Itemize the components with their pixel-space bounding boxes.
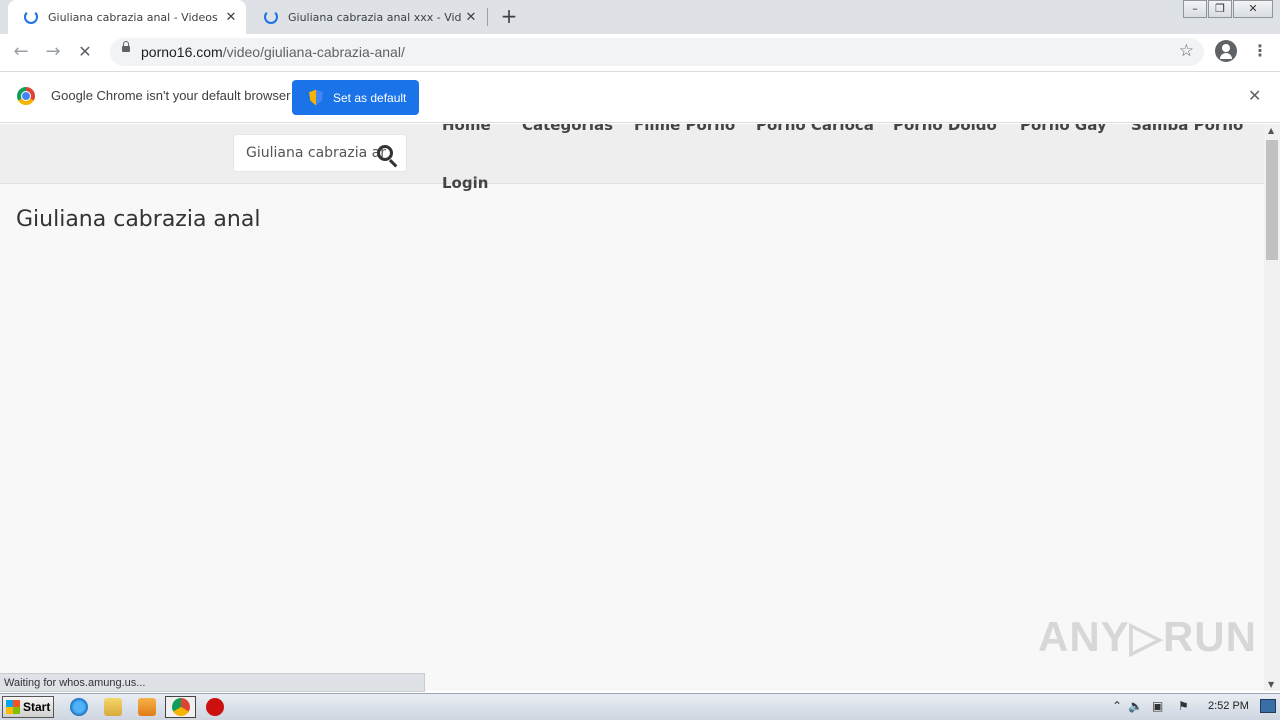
file-explorer-icon[interactable] (104, 698, 122, 716)
taskbar-chrome-active[interactable] (165, 696, 196, 718)
network-icon[interactable]: ▣ (1152, 699, 1163, 713)
anyrun-watermark: ANY▷RUN (1038, 613, 1257, 660)
chrome-menu-button[interactable]: ⋮ (1252, 41, 1268, 61)
nav-filme-porno[interactable]: Filme Porno (634, 124, 735, 134)
windows-logo-icon (6, 700, 20, 714)
nav-categorias[interactable]: Categorias (522, 124, 613, 134)
nav-home[interactable]: Home (442, 124, 491, 134)
tab-separator (487, 8, 488, 26)
tab-inactive[interactable]: Giuliana cabrazia anal xxx - Videos X ✕ (248, 0, 486, 34)
search-icon[interactable] (377, 145, 393, 161)
tray-expand-icon[interactable]: ⌃ (1112, 699, 1122, 713)
tab-title: Giuliana cabrazia anal xxx - Videos X (288, 10, 462, 24)
set-as-default-button[interactable]: Set as default (292, 80, 419, 115)
infobar-message: Google Chrome isn't your default browser (51, 88, 291, 103)
nav-porno-doido[interactable]: Porno Doido (893, 124, 997, 134)
restore-button[interactable]: ❐ (1208, 0, 1232, 18)
scroll-thumb[interactable] (1266, 140, 1278, 260)
forward-button[interactable]: → (41, 42, 65, 64)
action-center-flag-icon[interactable]: ⚑ (1178, 699, 1189, 713)
site-search-input[interactable]: Giuliana cabrazia anal (233, 134, 407, 172)
opera-icon[interactable] (206, 698, 224, 716)
url-host: porno16.com (141, 44, 223, 60)
status-bubble: Waiting for whos.amung.us... (0, 673, 425, 692)
page-scrollbar[interactable]: ▲ ▼ (1264, 124, 1280, 691)
scroll-up-icon[interactable]: ▲ (1268, 126, 1274, 135)
windows-taskbar: Start ⌃ 🔈 ▣ ⚑ 2:52 PM (0, 693, 1280, 720)
lock-icon (122, 41, 130, 52)
media-player-icon[interactable] (138, 698, 156, 716)
url-text[interactable]: porno16.com/video/giuliana-cabrazia-anal… (141, 44, 405, 60)
show-desktop-icon[interactable] (1260, 699, 1276, 713)
default-browser-infobar: Google Chrome isn't your default browser… (0, 72, 1280, 123)
internet-explorer-icon[interactable] (70, 698, 88, 716)
stop-loading-button[interactable]: ✕ (73, 42, 97, 64)
nav-login[interactable]: Login (442, 174, 488, 192)
browser-toolbar: ← → ✕ porno16.com/video/giuliana-cabrazi… (0, 34, 1280, 72)
search-input-value: Giuliana cabrazia anal (246, 145, 386, 161)
tab-strip: Giuliana cabrazia anal - Videos Xxx | ✕ … (0, 0, 1280, 34)
set-as-default-label: Set as default (333, 90, 407, 105)
back-button[interactable]: ← (9, 42, 33, 64)
taskbar-clock[interactable]: 2:52 PM (1208, 700, 1249, 712)
start-button[interactable]: Start (2, 696, 54, 718)
infobar-close-icon[interactable]: ✕ (1248, 86, 1261, 105)
nav-porno-carioca[interactable]: Porno Carioca (756, 124, 874, 134)
address-bar[interactable]: porno16.com/video/giuliana-cabrazia-anal… (110, 38, 1204, 66)
bookmark-star-icon[interactable]: ☆ (1179, 41, 1194, 61)
minimize-button[interactable]: – (1183, 0, 1207, 18)
nav-samba-porno[interactable]: Samba Porno (1131, 124, 1243, 134)
loading-spinner-icon (264, 10, 278, 24)
scroll-down-icon[interactable]: ▼ (1268, 680, 1274, 689)
page-content: Giuliana cabrazia anal Home Categorias F… (0, 124, 1264, 691)
url-path: /video/giuliana-cabrazia-anal/ (222, 44, 405, 60)
volume-icon[interactable]: 🔈 (1128, 699, 1143, 713)
page-title: Giuliana cabrazia anal (16, 207, 261, 232)
new-tab-button[interactable]: + (498, 6, 520, 28)
window-close-button[interactable]: ✕ (1233, 0, 1273, 18)
profile-avatar-icon[interactable] (1215, 40, 1237, 62)
tab-close-icon[interactable]: ✕ (462, 10, 480, 25)
tab-active[interactable]: Giuliana cabrazia anal - Videos Xxx | ✕ (8, 0, 246, 34)
chrome-logo-icon (17, 87, 35, 105)
tab-close-icon[interactable]: ✕ (222, 10, 240, 25)
chrome-icon (172, 698, 190, 716)
start-label: Start (23, 700, 51, 714)
tab-title: Giuliana cabrazia anal - Videos Xxx | (48, 10, 222, 24)
shield-icon (309, 89, 323, 106)
loading-spinner-icon (24, 10, 38, 24)
nav-porno-gay[interactable]: Porno Gay (1020, 124, 1107, 134)
